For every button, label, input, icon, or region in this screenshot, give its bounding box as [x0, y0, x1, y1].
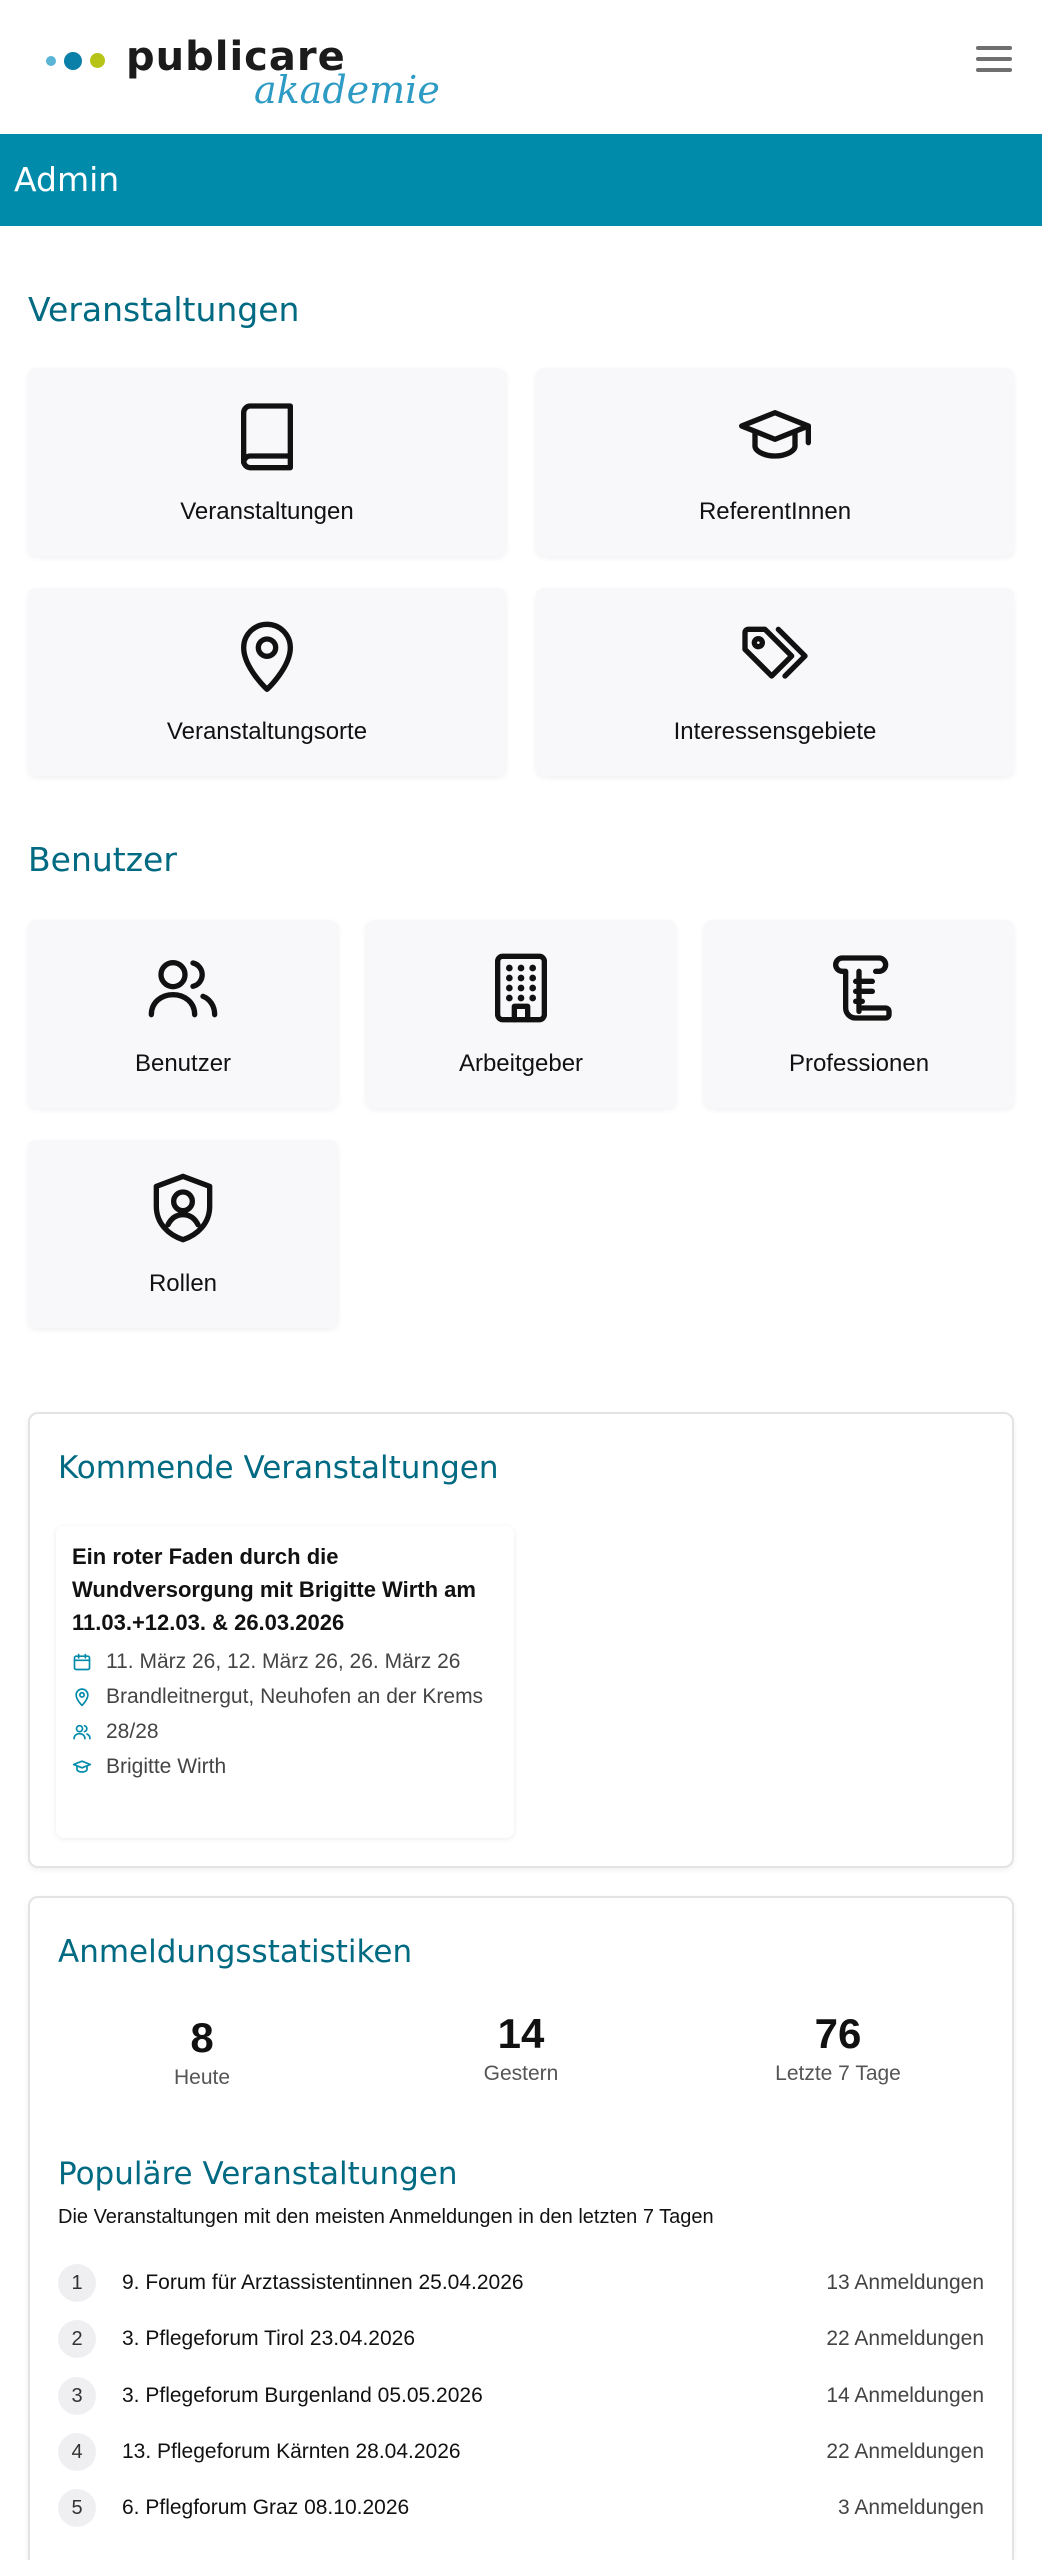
upcoming-events-title: Kommende Veranstaltungen [58, 1450, 499, 1486]
popular-event-count: 3 Anmeldungen [838, 2496, 984, 2519]
event-title: Ein roter Faden durch die Wundversorgung… [72, 1544, 476, 1635]
tile-label: Professionen [788, 1050, 930, 1077]
popular-events-title: Populäre Veranstaltungen [58, 2156, 458, 2192]
rank-badge: 3 [58, 2377, 96, 2415]
hamburger-menu-icon[interactable] [976, 46, 1012, 76]
tile-label: Veranstaltungen [180, 498, 354, 525]
event-card[interactable]: Ein roter Faden durch die Wundversorgung… [56, 1526, 514, 1838]
popular-event-row[interactable]: 2 3. Pflegeforum Tirol 23.04.2026 22 Anm… [58, 2318, 984, 2360]
stat-today: 8 Heute [72, 2014, 332, 2090]
calendar-icon [73, 1653, 91, 1671]
popular-event-name: 13. Pflegeforum Kärnten 28.04.2026 [122, 2440, 461, 2463]
tags-icon [742, 626, 808, 679]
building-icon [495, 953, 547, 1023]
popular-event-count: 22 Anmeldungen [826, 2440, 984, 2463]
stats-title: Anmeldungsstatistiken [58, 1934, 413, 1970]
stat-label: Heute [173, 2066, 231, 2089]
shield-user-icon [153, 1173, 213, 1243]
rank-badge: 5 [58, 2489, 96, 2527]
graduation-cap-icon [72, 1760, 92, 1773]
tile-referentinnen[interactable]: ReferentInnen [536, 368, 1014, 556]
event-speaker: Brigitte Wirth [106, 1755, 227, 1778]
stat-label: Letzte 7 Tage [775, 2062, 901, 2085]
rank-badge: 4 [58, 2433, 96, 2471]
popular-event-row[interactable]: 3 3. Pflegeforum Burgenland 05.05.2026 1… [58, 2375, 984, 2417]
stat-value: 14 [497, 2010, 545, 2057]
stat-yesterday: 14 Gestern [391, 2010, 651, 2086]
event-dates: 11. März 26, 12. März 26, 26. März 26 [106, 1650, 461, 1673]
rank-badge: 1 [58, 2264, 96, 2302]
publicare-logo[interactable]: publicare akademie [44, 34, 440, 112]
stat-value: 76 [814, 2010, 862, 2057]
tile-label: ReferentInnen [698, 498, 852, 525]
popular-events-subtitle: Die Veranstaltungen mit den meisten Anme… [58, 2206, 714, 2228]
users-icon [73, 1724, 91, 1740]
logo-subname: akademie [254, 68, 440, 112]
users-icon [148, 960, 218, 1018]
graduation-cap-icon [739, 410, 811, 459]
popular-event-row[interactable]: 1 9. Forum für Arztassistentinnen 25.04.… [58, 2262, 984, 2304]
stat-value: 8 [190, 2014, 214, 2061]
tile-interessensgebiete[interactable]: Interessensgebiete [536, 588, 1014, 776]
popular-event-name: 3. Pflegeforum Burgenland 05.05.2026 [122, 2384, 483, 2407]
section-title-benutzer: Benutzer [28, 840, 177, 879]
tile-benutzer[interactable]: Benutzer [28, 920, 338, 1108]
popular-event-name: 6. Pflegforum Graz 08.10.2026 [122, 2496, 410, 2519]
map-pin-icon [75, 1688, 89, 1707]
rank-badge: 2 [58, 2320, 96, 2358]
tile-label: Benutzer [134, 1050, 232, 1077]
tile-label: Rollen [148, 1270, 218, 1297]
popular-event-count: 22 Anmeldungen [826, 2327, 984, 2350]
admin-title: Admin [14, 160, 120, 199]
tile-arbeitgeber[interactable]: Arbeitgeber [366, 920, 676, 1108]
scroll-icon [833, 955, 892, 1021]
popular-event-name: 9. Forum für Arztassistentinnen 25.04.20… [122, 2271, 524, 2294]
tile-label: Interessensgebiete [673, 718, 877, 745]
popular-event-count: 13 Anmeldungen [826, 2271, 984, 2294]
stat-label: Gestern [483, 2062, 559, 2085]
admin-bar: Admin [0, 134, 1042, 226]
tile-veranstaltungsorte[interactable]: Veranstaltungsorte [28, 588, 506, 776]
popular-event-name: 3. Pflegeforum Tirol 23.04.2026 [122, 2327, 416, 2350]
book-icon [241, 403, 293, 471]
event-capacity: 28/28 [106, 1720, 159, 1743]
event-location: Brandleitnergut, Neuhofen an der Krems [106, 1685, 484, 1708]
tile-label: Arbeitgeber [458, 1050, 584, 1077]
section-title-veranstaltungen: Veranstaltungen [28, 290, 300, 329]
tile-professionen[interactable]: Professionen [704, 920, 1014, 1108]
stat-last-7-days: 76 Letzte 7 Tage [708, 2010, 968, 2086]
popular-event-row[interactable]: 4 13. Pflegeforum Kärnten 28.04.2026 22 … [58, 2431, 984, 2473]
tile-rollen[interactable]: Rollen [28, 1140, 338, 1328]
top-header: publicare akademie [0, 0, 1042, 134]
map-pin-icon [241, 621, 293, 692]
popular-event-row[interactable]: 5 6. Pflegforum Graz 08.10.2026 3 Anmeld… [58, 2487, 984, 2529]
tile-label: Veranstaltungsorte [166, 718, 368, 745]
popular-event-count: 14 Anmeldungen [826, 2384, 984, 2407]
tile-veranstaltungen[interactable]: Veranstaltungen [28, 368, 506, 556]
